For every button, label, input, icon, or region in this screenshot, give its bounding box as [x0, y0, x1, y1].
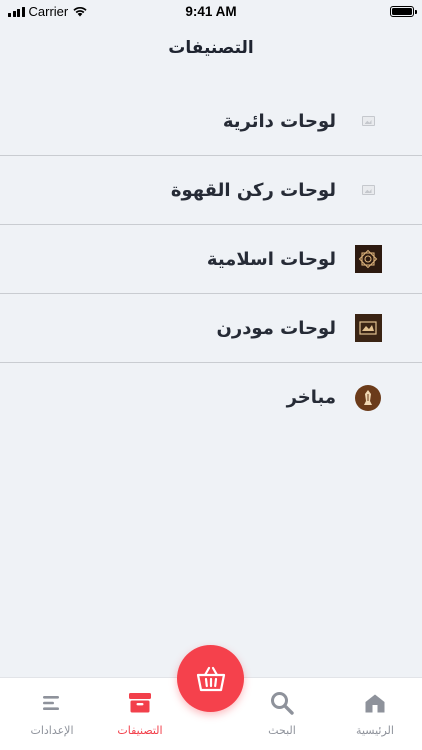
- category-item-modern-paintings[interactable]: لوحات مودرن: [0, 294, 422, 363]
- page-title: التصنيفات: [168, 38, 254, 58]
- wifi-icon: [73, 6, 87, 16]
- modern-art-thumbnail: [354, 314, 382, 342]
- tab-search-label: البحث: [268, 724, 296, 737]
- category-item-coffee-corner-paintings[interactable]: لوحات ركن القهوة: [0, 156, 422, 225]
- incense-burner-thumbnail: [354, 384, 382, 412]
- category-label: مباخر: [286, 387, 336, 408]
- basket-icon: [196, 666, 225, 691]
- tab-categories[interactable]: التصنيفات: [95, 692, 185, 737]
- status-left: Carrier: [8, 4, 88, 19]
- tab-home[interactable]: الرئيسية: [330, 692, 420, 737]
- home-icon: [330, 692, 420, 714]
- category-item-incense-burners[interactable]: مباخر: [0, 363, 422, 432]
- battery-icon: [390, 5, 417, 17]
- placeholder-image-icon: [354, 176, 382, 204]
- islamic-art-thumbnail: [354, 245, 382, 273]
- tab-categories-label: التصنيفات: [117, 724, 163, 737]
- status-bar: Carrier 9:41 AM: [0, 0, 422, 22]
- menu-lines-icon: [7, 692, 97, 714]
- archive-box-icon: [95, 692, 185, 714]
- signal-icon: [8, 6, 25, 17]
- category-list: لوحات دائرية لوحات ركن القهوة لوحات اسلا…: [0, 87, 422, 432]
- placeholder-image-icon: [354, 107, 382, 135]
- category-label: لوحات مودرن: [216, 317, 336, 339]
- cart-button[interactable]: [177, 645, 244, 712]
- tab-search[interactable]: البحث: [237, 692, 327, 737]
- tab-home-label: الرئيسية: [356, 724, 394, 737]
- tab-settings[interactable]: الإعدادات: [7, 692, 97, 737]
- category-label: لوحات دائرية: [222, 110, 336, 132]
- category-label: لوحات ركن القهوة: [170, 179, 336, 201]
- search-icon: [237, 692, 327, 715]
- category-item-islamic-paintings[interactable]: لوحات اسلامية: [0, 225, 422, 294]
- category-item-round-paintings[interactable]: لوحات دائرية: [0, 87, 422, 156]
- category-label: لوحات اسلامية: [206, 248, 336, 270]
- tab-settings-label: الإعدادات: [30, 724, 74, 737]
- carrier-label: Carrier: [28, 3, 69, 19]
